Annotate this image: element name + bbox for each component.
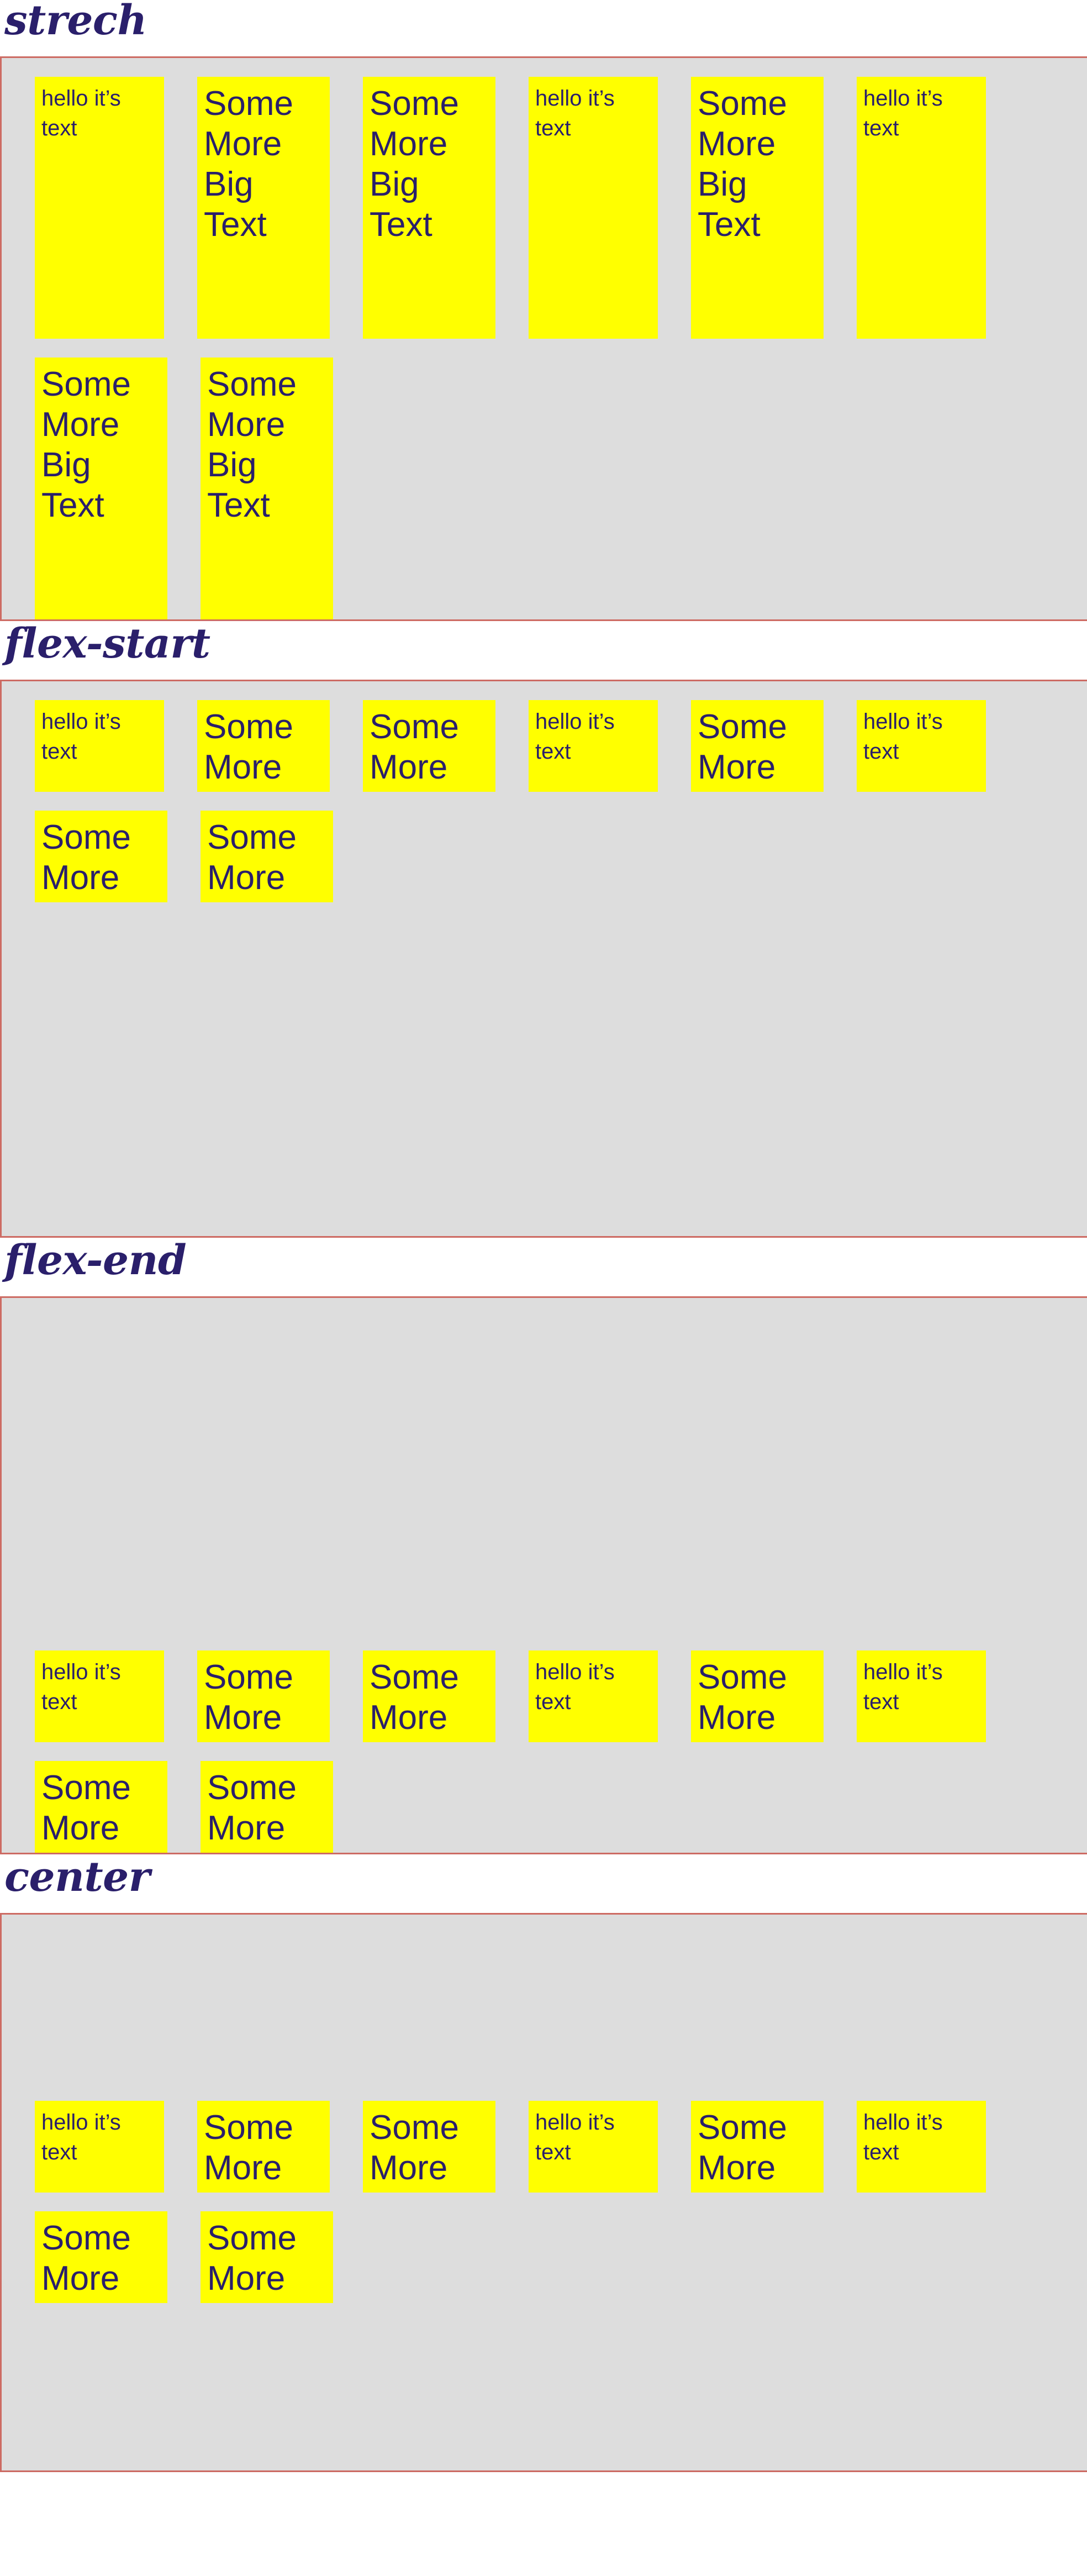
flex-item-label: hello it’s text: [863, 86, 943, 141]
flex-container-strech: hello it’s text Some More Big Text Some …: [0, 56, 1087, 621]
flex-item-label: Some More Big Text: [698, 708, 787, 792]
flex-item: Some More Big Text: [691, 1650, 824, 1742]
flex-item: Some More Big Text: [363, 1650, 495, 1742]
flex-item: Some More Big Text: [691, 2101, 824, 2193]
flex-item-label: Some More Big Text: [41, 818, 131, 902]
flex-item-label: Some More Big Text: [698, 1658, 787, 1742]
flex-item: Some More Big Text: [35, 811, 167, 902]
flex-item-label: Some More Big Text: [204, 708, 293, 792]
flex-item: Some More Big Text: [691, 77, 824, 339]
flex-item: Some More Big Text: [363, 77, 495, 339]
flex-item-label: Some More Big Text: [207, 2219, 297, 2303]
flex-item-label: Some More Big Text: [204, 2109, 293, 2193]
flex-item: Some More Big Text: [35, 358, 167, 619]
flex-item-label: Some More Big Text: [41, 2219, 131, 2303]
flex-item: hello it’s text: [857, 2101, 986, 2193]
flex-container-center: hello it’s text Some More Big Text Some …: [0, 1913, 1087, 2472]
flex-item-label: hello it’s text: [41, 2110, 121, 2165]
flex-item-label: hello it’s text: [535, 709, 615, 764]
flex-item: hello it’s text: [857, 1650, 986, 1742]
section-heading-strech: strech: [4, 0, 147, 44]
flex-item-label: Some More Big Text: [204, 1658, 293, 1742]
flex-item: Some More Big Text: [197, 77, 330, 339]
flex-item-label: hello it’s text: [41, 1660, 121, 1715]
flex-item-label: Some More Big Text: [370, 708, 459, 792]
align-content-demo-page: strech hello it’s text Some More Big Tex…: [0, 0, 1087, 2472]
flex-item: Some More Big Text: [363, 2101, 495, 2193]
flex-container-flex-end: hello it’s text Some More Big Text Some …: [0, 1296, 1087, 1854]
flex-item-label: Some More Big Text: [207, 1769, 297, 1853]
flex-item: Some More Big Text: [363, 700, 495, 792]
flex-container-flex-start: hello it’s text Some More Big Text Some …: [0, 680, 1087, 1238]
flex-item-label: Some More Big Text: [370, 2109, 459, 2193]
flex-item-label: Some More Big Text: [370, 85, 459, 244]
flex-item: Some More Big Text: [197, 2101, 330, 2193]
flex-item-label: Some More Big Text: [41, 1769, 131, 1853]
section-flex-end: flex-end: [0, 1238, 1087, 1296]
section-strech: strech: [0, 0, 1087, 56]
flex-item-label: hello it’s text: [863, 1660, 943, 1715]
flex-item: Some More Big Text: [197, 1650, 330, 1742]
section-heading-center: center: [4, 1853, 150, 1901]
flex-item: Some More Big Text: [200, 1761, 333, 1853]
flex-item: hello it’s text: [529, 77, 658, 339]
flex-item-label: Some More Big Text: [41, 365, 131, 525]
flex-item: hello it’s text: [529, 1650, 658, 1742]
flex-item: hello it’s text: [857, 700, 986, 792]
section-flex-start: flex-start: [0, 621, 1087, 680]
flex-item: Some More Big Text: [200, 811, 333, 902]
section-heading-flex-end: flex-end: [4, 1237, 187, 1284]
flex-item-label: Some More Big Text: [207, 818, 297, 902]
flex-item-label: Some More Big Text: [698, 85, 787, 244]
flex-item: hello it’s text: [857, 77, 986, 339]
flex-item: Some More Big Text: [197, 700, 330, 792]
flex-item: hello it’s text: [529, 2101, 658, 2193]
flex-item: Some More Big Text: [200, 358, 333, 619]
flex-item: hello it’s text: [35, 2101, 164, 2193]
flex-item-label: hello it’s text: [535, 86, 615, 141]
section-heading-flex-start: flex-start: [4, 620, 210, 667]
flex-item: hello it’s text: [35, 77, 164, 339]
section-center: center: [0, 1854, 1087, 1913]
flex-item-label: hello it’s text: [863, 2110, 943, 2165]
flex-item: hello it’s text: [529, 700, 658, 792]
flex-item: Some More Big Text: [35, 1761, 167, 1853]
flex-item-label: Some More Big Text: [370, 1658, 459, 1742]
flex-item-label: Some More Big Text: [207, 365, 297, 525]
flex-item-label: hello it’s text: [41, 709, 121, 764]
flex-item-label: Some More Big Text: [698, 2109, 787, 2193]
flex-item: hello it’s text: [35, 700, 164, 792]
flex-item-label: Some More Big Text: [204, 85, 293, 244]
flex-item-label: hello it’s text: [863, 709, 943, 764]
flex-item: Some More Big Text: [35, 2211, 167, 2303]
flex-item: Some More Big Text: [691, 700, 824, 792]
flex-item-label: hello it’s text: [41, 86, 121, 141]
flex-item: hello it’s text: [35, 1650, 164, 1742]
flex-item: Some More Big Text: [200, 2211, 333, 2303]
flex-item-label: hello it’s text: [535, 2110, 615, 2165]
flex-item-label: hello it’s text: [535, 1660, 615, 1715]
